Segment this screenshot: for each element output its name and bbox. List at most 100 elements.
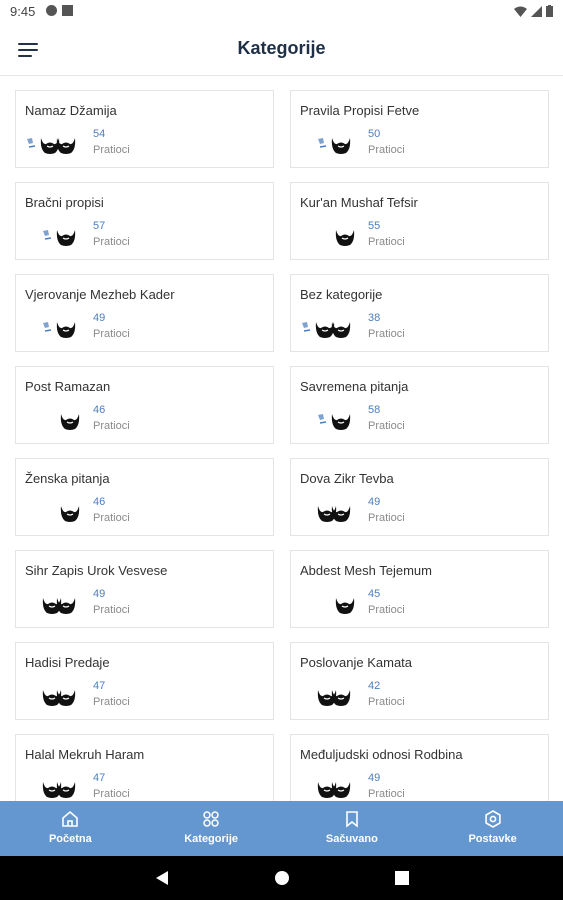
sim-card-icon <box>62 5 73 16</box>
follower-avatars <box>301 779 361 801</box>
status-notification-icons <box>46 5 73 16</box>
category-title: Post Ramazan <box>25 379 111 394</box>
follower-count: 49 <box>93 588 106 600</box>
nav-label: Kategorije <box>184 833 239 845</box>
status-system-icons <box>514 5 553 17</box>
category-grid: Namaz Džamija 54 Pratioci Pravila Propisi F… <box>15 90 549 801</box>
category-card[interactable]: Bračni propisi 57 Pratioci <box>15 182 274 260</box>
nav-label: Početna <box>48 833 92 845</box>
status-time: 9:45 <box>10 4 36 19</box>
category-title: Pravila Propisi Fetve <box>300 103 420 118</box>
nav-item-bookmark[interactable]: Sačuvano <box>282 801 423 856</box>
follower-count: 55 <box>368 220 381 232</box>
category-title: Bez kategorije <box>300 287 383 302</box>
follower-count: 58 <box>368 404 381 416</box>
bearded-avatar-icon <box>56 319 76 339</box>
followers-label: Pratioci <box>368 604 405 616</box>
follower-count: 45 <box>368 588 381 600</box>
category-card[interactable]: Post Ramazan 46 Pratioci <box>15 366 274 444</box>
follower-count: 47 <box>93 772 106 784</box>
follower-avatars <box>26 503 86 525</box>
category-card[interactable]: Namaz Džamija 54 Pratioci <box>15 90 274 168</box>
followers-label: Pratioci <box>93 420 130 432</box>
follower-count: 49 <box>368 496 381 508</box>
bearded-avatar-icon <box>331 411 351 431</box>
bearded-avatar-icon <box>331 319 351 339</box>
followers-label: Pratioci <box>368 788 405 800</box>
bearded-avatar-icon <box>331 503 351 523</box>
followers-label: Pratioci <box>93 236 130 248</box>
bearded-avatar-icon <box>56 135 76 155</box>
status-bar: 9:45 <box>0 0 563 24</box>
category-title: Sihr Zapis Urok Vesvese <box>25 563 168 578</box>
follower-avatars <box>26 687 86 709</box>
page-title: Kategorije <box>237 38 326 58</box>
category-card[interactable]: Međuljudski odnosi Rodbina 49 Pratioci <box>290 734 549 801</box>
bearded-avatar-icon <box>331 687 351 707</box>
follower-avatars <box>26 319 86 341</box>
category-card[interactable]: Dova Zikr Tevba 49 Pratioci <box>290 458 549 536</box>
category-card[interactable]: Poslovanje Kamata 42 Pratioci <box>290 642 549 720</box>
home-button-icon[interactable] <box>274 870 290 886</box>
category-title: Bračni propisi <box>25 195 104 210</box>
bearded-avatar-icon <box>331 135 351 155</box>
category-title: Međuljudski odnosi Rodbina <box>300 747 463 762</box>
nav-label: Sačuvano <box>325 833 378 845</box>
follower-count: 46 <box>93 496 106 508</box>
nav-label: Postavke <box>468 833 517 845</box>
bearded-avatar-icon <box>56 687 76 707</box>
followers-label: Pratioci <box>93 144 130 156</box>
recents-icon[interactable] <box>395 871 409 885</box>
category-card[interactable]: Ženska pitanja 46 Pratioci <box>15 458 274 536</box>
follower-avatars <box>301 411 361 433</box>
followers-label: Pratioci <box>368 420 405 432</box>
followers-label: Pratioci <box>93 328 130 340</box>
category-card[interactable]: Vjerovanje Mezheb Kader 49 Pratioci <box>15 274 274 352</box>
app-notification-icon <box>46 5 57 16</box>
bearded-avatar-icon <box>60 411 80 431</box>
nav-item-settings[interactable]: Postavke <box>422 801 563 856</box>
follower-avatars <box>301 687 361 709</box>
category-title: Poslovanje Kamata <box>300 655 413 670</box>
home-icon <box>61 810 79 828</box>
follower-count: 42 <box>368 680 381 692</box>
grid-icon <box>202 810 220 828</box>
category-title: Namaz Džamija <box>25 103 117 118</box>
back-icon[interactable] <box>155 870 169 886</box>
category-title: Vjerovanje Mezheb Kader <box>25 287 175 302</box>
category-list[interactable]: Namaz Džamija 54 Pratioci Pravila Propisi F… <box>0 76 563 801</box>
followers-label: Pratioci <box>93 788 130 800</box>
system-navigation-bar <box>0 856 563 900</box>
category-card[interactable]: Bez kategorije 38 Pratioci <box>290 274 549 352</box>
nav-item-home[interactable]: Početna <box>0 801 141 856</box>
follower-avatars <box>301 595 361 617</box>
nav-item-grid[interactable]: Kategorije <box>141 801 282 856</box>
bearded-avatar-icon <box>331 779 351 799</box>
category-title: Kur'an Mushaf Tefsir <box>300 195 418 210</box>
followers-label: Pratioci <box>368 696 405 708</box>
follower-count: 54 <box>93 128 106 140</box>
followers-label: Pratioci <box>368 144 405 156</box>
category-card[interactable]: Abdest Mesh Tejemum 45 Pratioci <box>290 550 549 628</box>
follower-avatars <box>301 319 361 341</box>
category-title: Abdest Mesh Tejemum <box>300 563 432 578</box>
category-card[interactable]: Pravila Propisi Fetve 50 Pratioci <box>290 90 549 168</box>
follower-avatars <box>26 411 86 433</box>
followers-label: Pratioci <box>93 696 130 708</box>
bearded-avatar-icon <box>56 779 76 799</box>
bottom-navigation: Početna Kategorije Sačuvano Postavke <box>0 801 563 856</box>
follower-avatars <box>26 227 86 249</box>
follower-count: 57 <box>93 220 106 232</box>
category-card[interactable]: Savremena pitanja 58 Pratioci <box>290 366 549 444</box>
category-card[interactable]: Kur'an Mushaf Tefsir 55 Pratioci <box>290 182 549 260</box>
follower-avatars <box>26 135 86 157</box>
category-title: Dova Zikr Tevba <box>300 471 394 486</box>
follower-count: 38 <box>368 312 381 324</box>
category-card[interactable]: Sihr Zapis Urok Vesvese 49 Pratioci <box>15 550 274 628</box>
category-title: Hadisi Predaje <box>25 655 110 670</box>
category-card[interactable]: Halal Mekruh Haram 47 Pratioci <box>15 734 274 801</box>
bearded-avatar-icon <box>60 503 80 523</box>
follower-avatars <box>301 135 361 157</box>
bearded-avatar-icon <box>335 595 355 615</box>
category-card[interactable]: Hadisi Predaje 47 Pratioci <box>15 642 274 720</box>
